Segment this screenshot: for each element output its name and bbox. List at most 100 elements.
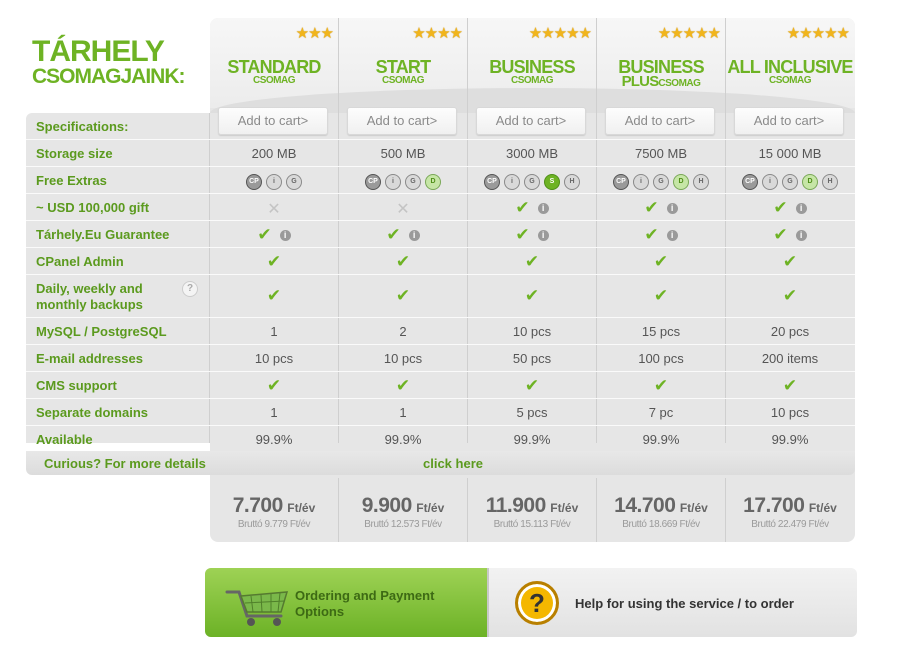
info-icon[interactable]: i	[795, 203, 807, 214]
cp-badge-icon[interactable]: CP	[484, 174, 500, 190]
info-icon[interactable]: i	[537, 230, 549, 241]
i-badge-icon[interactable]: i	[762, 174, 778, 190]
check-icon: ✔	[266, 252, 282, 271]
row-divider	[26, 344, 855, 345]
email-value: 50 pcs	[512, 351, 552, 366]
package-sub-plus: PLUSCSOMAG	[597, 74, 725, 89]
d-badge-icon[interactable]: D	[425, 174, 441, 190]
g-badge-icon[interactable]: G	[524, 174, 540, 190]
i-badge-icon[interactable]: i	[385, 174, 401, 190]
check-icon: ✔	[266, 286, 282, 305]
check-icon: ✔	[395, 286, 411, 305]
email-value: 10 pcs	[383, 351, 423, 366]
storage-value: 500 MB	[380, 146, 426, 161]
d-badge-icon[interactable]: D	[673, 174, 689, 190]
g-badge-icon[interactable]: G	[653, 174, 669, 190]
g-badge-icon[interactable]: G	[782, 174, 798, 190]
row-divider	[26, 425, 855, 426]
price-value: 17.700	[743, 494, 805, 517]
add-to-cart-button[interactable]: Add to cart>	[734, 107, 844, 135]
price-value: 9.900	[361, 494, 413, 517]
s-badge-icon[interactable]: S	[544, 174, 560, 190]
availability-value: 99.9%	[513, 432, 551, 447]
availability-value: 99.9%	[384, 432, 422, 447]
price-unit: Ft/év	[679, 501, 708, 515]
package-business: BUSINESS CSOMAG	[468, 58, 596, 86]
help-icon[interactable]: ?	[182, 281, 198, 297]
add-to-cart-button[interactable]: Add to cart>	[476, 107, 586, 135]
row-label-gift: ~ USD 100,000 gift	[36, 200, 150, 215]
check-icon: ✔	[782, 376, 798, 395]
more-details-text: Curious? For more details	[44, 456, 206, 471]
package-start: START CSOMAG	[339, 58, 467, 86]
info-icon[interactable]: i	[795, 230, 807, 241]
check-icon: ✔	[515, 225, 530, 244]
click-here-link[interactable]: click here	[423, 456, 483, 471]
cp-badge-icon[interactable]: CP	[742, 174, 758, 190]
g-badge-icon[interactable]: G	[286, 174, 302, 190]
price-gross: Bruttó 12.573 Ft/év	[364, 519, 442, 530]
ordering-label-line-2: Options	[295, 604, 345, 619]
domains-value: 1	[399, 405, 407, 420]
check-icon: ✔	[515, 198, 530, 217]
check-icon: ✔	[644, 225, 659, 244]
email-value: 10 pcs	[254, 351, 294, 366]
add-to-cart-button[interactable]: Add to cart>	[218, 107, 328, 135]
info-icon[interactable]: i	[279, 230, 291, 241]
guarantee-cell: ✔ i	[726, 225, 854, 245]
extras-badges: CP i G D	[339, 171, 467, 190]
storage-value: 7500 MB	[634, 146, 688, 161]
row-label-available: Available	[36, 432, 93, 447]
check-icon: ✔	[524, 252, 540, 271]
check-icon: ✔	[386, 225, 401, 244]
check-icon: ✔	[782, 286, 798, 305]
i-badge-icon[interactable]: i	[633, 174, 649, 190]
price-value: 7.700	[232, 494, 284, 517]
h-badge-icon[interactable]: H	[693, 174, 709, 190]
row-label-guarantee: Tárhely.Eu Guarantee	[36, 227, 170, 242]
d-badge-icon[interactable]: D	[802, 174, 818, 190]
ordering-label: Ordering and Payment Options	[295, 588, 434, 620]
info-icon[interactable]: i	[408, 230, 420, 241]
rating-stars: ★★★★★	[528, 25, 592, 42]
extras-badges: CP i G S H	[468, 171, 596, 190]
info-icon[interactable]: i	[537, 203, 549, 214]
cp-badge-icon[interactable]: CP	[246, 174, 262, 190]
info-icon[interactable]: i	[666, 230, 678, 241]
check-icon: ✔	[395, 376, 411, 395]
i-badge-icon[interactable]: i	[266, 174, 282, 190]
row-divider	[26, 317, 855, 318]
question-icon: ?	[515, 581, 559, 625]
price-value: 14.700	[614, 494, 676, 517]
gift-cell: ✔ i	[597, 198, 725, 218]
package-standard: STANDARD CSOMAG	[210, 58, 338, 86]
price-unit: Ft/év	[550, 501, 579, 515]
i-badge-icon[interactable]: i	[504, 174, 520, 190]
email-value: 100 pcs	[638, 351, 684, 366]
guarantee-cell: ✔ i	[468, 225, 596, 245]
check-icon: ✔	[266, 376, 282, 395]
info-icon[interactable]: i	[666, 203, 678, 214]
ordering-payment-button[interactable]: Ordering and Payment Options	[205, 568, 493, 637]
h-badge-icon[interactable]: H	[564, 174, 580, 190]
gift-cell: ✔ i	[468, 198, 596, 218]
guarantee-cell: ✔ i	[597, 225, 725, 245]
row-label-cpanel: CPanel Admin	[36, 254, 124, 269]
extras-badges: CP i G	[210, 171, 338, 190]
add-to-cart-button[interactable]: Add to cart>	[605, 107, 715, 135]
storage-value: 3000 MB	[505, 146, 559, 161]
package-business-plus: BUSINESS PLUSCSOMAG	[597, 58, 725, 89]
extras-badges: CP i G D H	[597, 171, 725, 190]
help-button[interactable]: ? Help for using the service / to order	[487, 568, 857, 637]
cp-badge-icon[interactable]: CP	[613, 174, 629, 190]
h-badge-icon[interactable]: H	[822, 174, 838, 190]
price-standard: 7.700 Ft/év Bruttó 9.779 Ft/év	[210, 494, 338, 530]
extras-badges: CP i G D H	[726, 171, 854, 190]
g-badge-icon[interactable]: G	[405, 174, 421, 190]
add-to-cart-button[interactable]: Add to cart>	[347, 107, 457, 135]
package-name: ALL INCLUSIVE	[727, 57, 853, 77]
question-mark: ?	[529, 588, 545, 618]
row-divider	[26, 166, 855, 167]
cp-badge-icon[interactable]: CP	[365, 174, 381, 190]
check-icon: ✔	[773, 198, 788, 217]
